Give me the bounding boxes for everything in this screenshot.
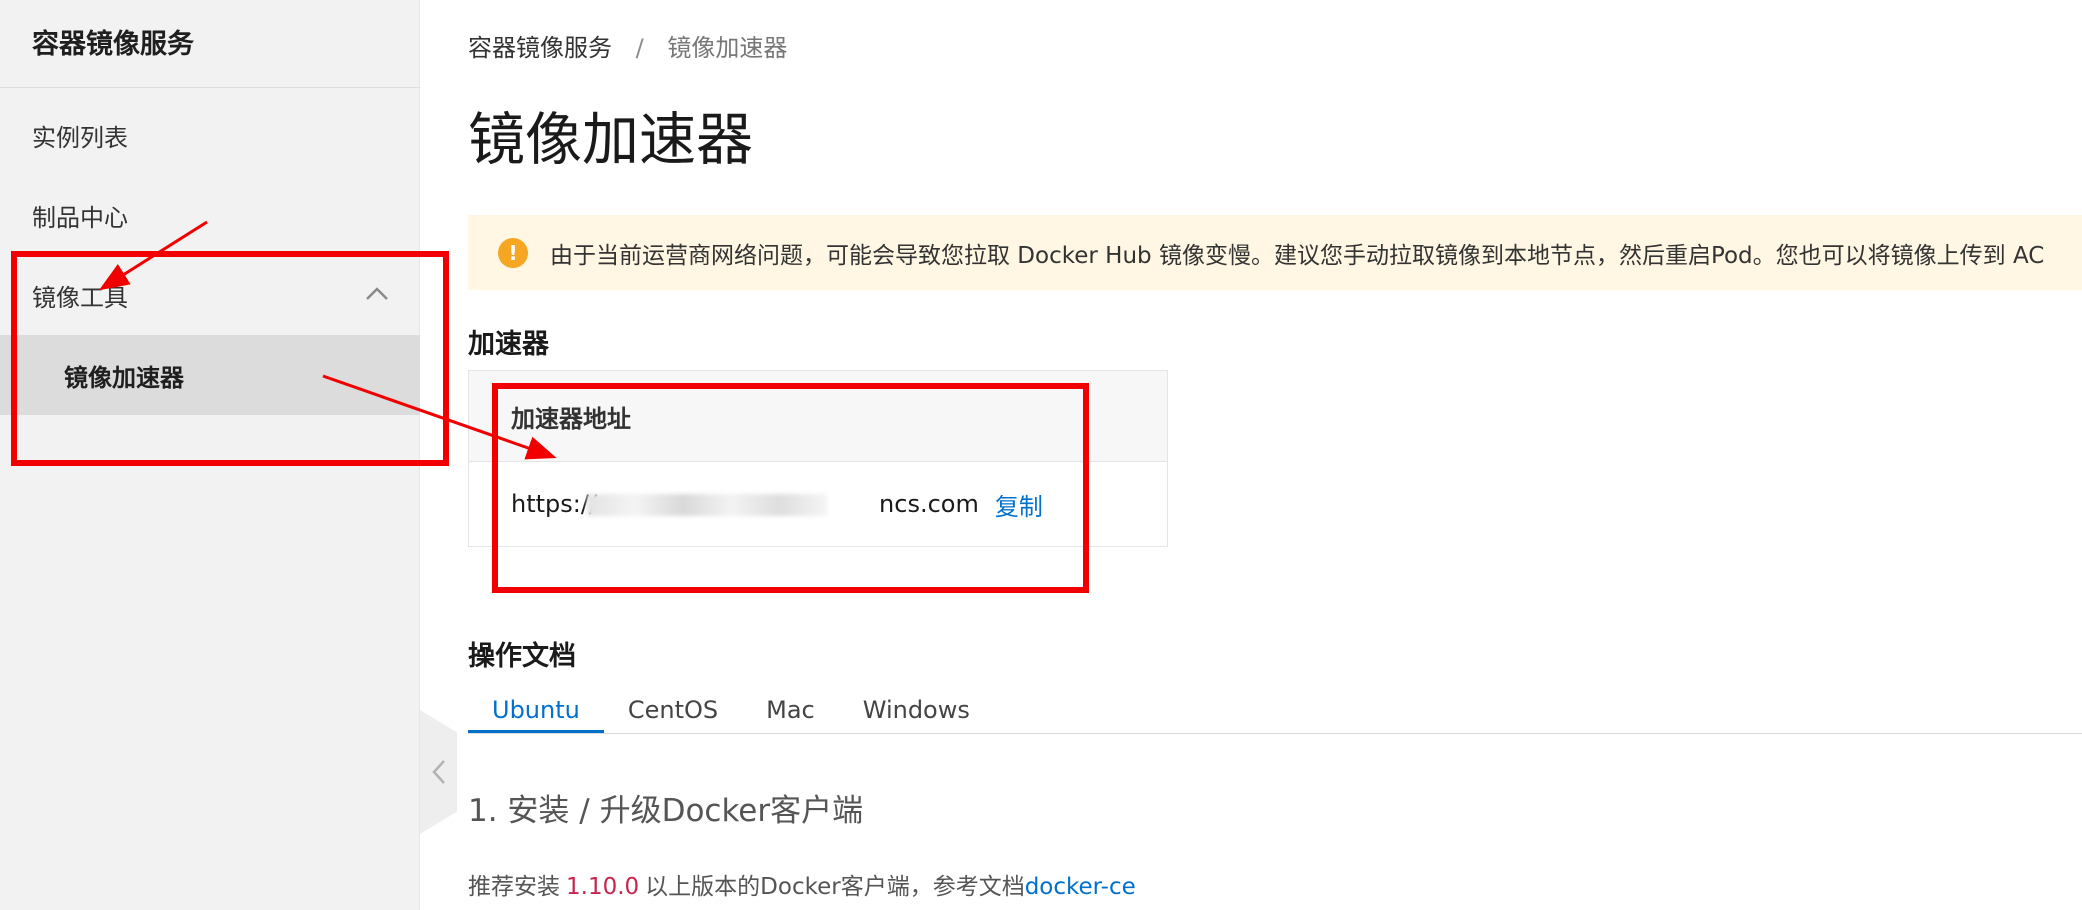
tab-mac[interactable]: Mac (742, 688, 839, 733)
breadcrumb-root[interactable]: 容器镜像服务 (468, 34, 612, 62)
step-1-middle: 以上版本的Docker客户端，参考文档 (645, 874, 1025, 900)
docs-section-title: 操作文档 (468, 641, 576, 672)
docker-ce-link[interactable]: docker-ce (1025, 874, 1136, 900)
sidebar-item-instance-list[interactable]: 实例列表 (0, 95, 420, 175)
step-1-title: 1. 安装 / 升级Docker客户端 (468, 793, 864, 829)
sidebar-item-label: 制品中心 (32, 203, 128, 232)
alert-banner: ! 由于当前运营商网络问题，可能会导致您拉取 Docker Hub 镜像变慢。建… (468, 215, 2082, 290)
annotation-box-accelerator (492, 383, 1089, 593)
breadcrumb-current: 镜像加速器 (667, 34, 788, 62)
tab-windows[interactable]: Windows (839, 688, 994, 733)
step-1-prefix: 推荐安装 (468, 874, 560, 900)
sidebar-item-label: 实例列表 (32, 123, 128, 152)
breadcrumb-separator: / (635, 34, 644, 62)
accelerator-section-title: 加速器 (468, 329, 549, 360)
warning-icon: ! (498, 237, 528, 268)
step-1-text: 推荐安装 1.10.0 以上版本的Docker客户端，参考文档docker-ce (468, 867, 1136, 901)
tab-ubuntu[interactable]: Ubuntu (468, 688, 604, 733)
chevron-left-icon (431, 760, 445, 784)
step-1-version: 1.10.0 (566, 874, 640, 900)
sidebar-divider (0, 87, 420, 88)
sidebar-collapse-button[interactable] (420, 710, 457, 834)
sidebar-item-artifact-center[interactable]: 制品中心 (0, 175, 420, 255)
alert-text: 由于当前运营商网络问题，可能会导致您拉取 Docker Hub 镜像变慢。建议您… (550, 242, 2045, 269)
tab-centos[interactable]: CentOS (604, 688, 742, 733)
annotation-box-sidebar (11, 251, 449, 466)
breadcrumb: 容器镜像服务 / 镜像加速器 (468, 28, 787, 63)
os-tabs: Ubuntu CentOS Mac Windows (468, 688, 2082, 734)
sidebar-title: 容器镜像服务 (32, 29, 194, 60)
page-title: 镜像加速器 (468, 107, 753, 173)
